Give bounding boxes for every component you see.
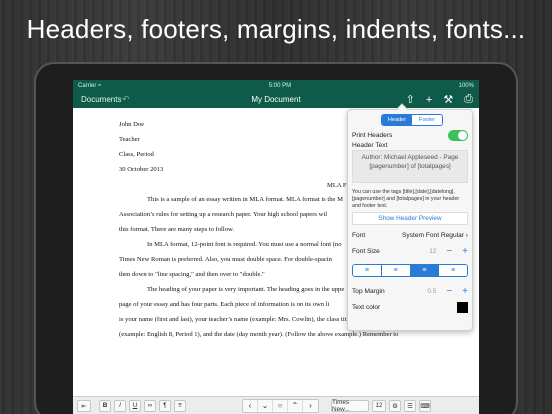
list-icon[interactable]: ≡ [174, 399, 186, 412]
font-label: Font [352, 232, 366, 239]
header-text-field[interactable]: Author: Michael Appleseed - Page [pagenu… [352, 150, 468, 183]
print-headers-row: Print Headers [352, 130, 468, 141]
share-arrow-icon[interactable]: ⇧ [406, 93, 415, 106]
marketing-headline: Headers, footers, margins, indents, font… [26, 14, 526, 44]
font-name-button[interactable]: Times New... [331, 399, 369, 413]
font-row[interactable]: Font System Font Regular › [352, 232, 468, 239]
list-style-icon[interactable]: ☰ [404, 399, 416, 412]
format-toolbar: ⇤ B I U ∞ ¶ ≡ ‹ ⌄ ○ ⌃ › Times New... 12 … [73, 396, 479, 414]
carrier-label: Carrier ≈ [78, 82, 102, 89]
font-size-increase-button[interactable]: + [462, 246, 468, 257]
tab-footer[interactable]: Footer [412, 115, 442, 125]
dot-icon[interactable]: ○ [273, 399, 288, 412]
gear-icon[interactable]: ⚙ [389, 399, 401, 412]
top-margin-value: 0.5 [427, 288, 437, 295]
font-size-button[interactable]: 12 [372, 399, 386, 412]
nav-bar: Documents ↶ My Document ⇧ + ⚒ ⎙ [73, 91, 479, 108]
align-right-button[interactable]: ≡ [410, 265, 440, 276]
text-color-swatch[interactable] [457, 302, 468, 313]
doc-line: (example: English 8, Period 1), and the … [119, 331, 399, 338]
bold-button[interactable]: B [99, 399, 111, 412]
text-color-label: Text color [352, 304, 381, 311]
add-icon[interactable]: + [426, 94, 432, 106]
header-text-label: Header Text [352, 142, 388, 149]
underline-button[interactable]: U [129, 399, 141, 412]
top-margin-row: Top Margin 0.5 − + [352, 286, 468, 297]
print-headers-toggle[interactable] [448, 130, 468, 141]
paragraph-button[interactable]: ¶ [159, 399, 171, 412]
chevron-right-icon: › [465, 232, 468, 239]
link-button[interactable]: ∞ [144, 399, 156, 412]
top-margin-label: Top Margin [352, 288, 385, 295]
clock: 5:00 PM [268, 82, 292, 89]
wrench-icon[interactable]: ⚒ [443, 93, 453, 106]
align-left-button[interactable]: ≡ [353, 265, 382, 276]
font-size-decrease-button[interactable]: − [446, 246, 452, 257]
alignment-segmented: ≡ ≡ ≡ ≡ [352, 264, 468, 277]
tags-help-text: You can use the tags [title],[date],[dat… [352, 189, 460, 210]
down-arrow-icon[interactable]: ⌄ [258, 399, 273, 412]
status-bar: Carrier ≈ 5:00 PM 100% [73, 80, 479, 91]
keyboard-dismiss-icon[interactable]: ⌨ [419, 399, 431, 412]
align-center-button[interactable]: ≡ [381, 265, 411, 276]
right-arrow-icon[interactable]: › [303, 400, 318, 412]
indent-icon[interactable]: ⇤ [77, 399, 91, 412]
header-text-row: Header Text [352, 142, 468, 149]
header-settings-popover: Header Footer Print Headers Header Text … [347, 103, 473, 331]
tab-header[interactable]: Header [382, 115, 412, 125]
font-size-row: Font Size 12 − + [352, 246, 468, 257]
app-screen: Carrier ≈ 5:00 PM 100% Documents ↶ My Do… [73, 80, 479, 414]
print-headers-label: Print Headers [352, 132, 393, 139]
export-icon[interactable]: ⎙ [464, 93, 473, 106]
top-margin-decrease-button[interactable]: − [446, 286, 452, 297]
italic-button[interactable]: I [114, 399, 126, 412]
show-header-preview-button[interactable]: Show Header Preview [352, 212, 468, 225]
top-margin-increase-button[interactable]: + [462, 286, 468, 297]
cursor-arrows: ‹ ⌄ ○ ⌃ › [242, 398, 319, 413]
left-arrow-icon[interactable]: ‹ [243, 399, 258, 412]
font-size-value: 12 [429, 248, 437, 255]
font-size-label: Font Size [352, 248, 380, 255]
font-value: System Font Regular [402, 232, 464, 239]
text-color-row: Text color [352, 302, 468, 313]
up-arrow-icon[interactable]: ⌃ [288, 399, 303, 412]
header-footer-segmented: Header Footer [381, 114, 443, 126]
battery-label: 100% [458, 82, 474, 89]
align-justify-button[interactable]: ≡ [439, 265, 467, 276]
